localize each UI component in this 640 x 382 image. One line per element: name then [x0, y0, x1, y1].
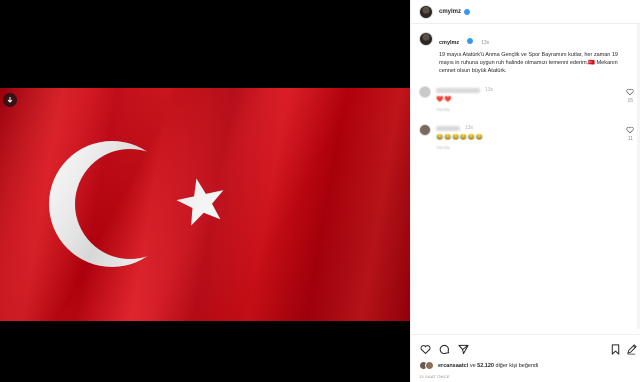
caption-username[interactable]: cmylmz: [439, 40, 459, 46]
post-media: [0, 0, 410, 382]
likes-first-user[interactable]: ercansaatci: [438, 363, 468, 369]
post-date: 13 SAAT ÖNCE: [419, 374, 450, 379]
verified-badge-icon: [464, 8, 471, 15]
heart-icon[interactable]: [626, 126, 634, 134]
avatar[interactable]: [419, 86, 431, 98]
send-icon[interactable]: [457, 343, 469, 355]
reply-link[interactable]: Yanıtla: [436, 107, 450, 112]
header-username[interactable]: cmylmz: [439, 9, 461, 15]
comment-like-count: 15: [627, 98, 633, 104]
post-side-panel: cmylmz cmylmz 13s 19 mayıs Atatürk'ü Anm…: [410, 0, 640, 382]
caption-time: 13s: [481, 40, 490, 46]
comment-username-blurred: [436, 88, 480, 93]
reply-link[interactable]: Yanıtla: [436, 145, 450, 150]
comment-icon[interactable]: [438, 343, 450, 355]
post-actions: ercansaatci ve 52.120 diğer kişi beğendi…: [411, 334, 640, 382]
heart-icon[interactable]: [626, 88, 634, 96]
likes-summary[interactable]: ercansaatci ve 52.120 diğer kişi beğendi: [419, 361, 538, 370]
turkish-flag-image: [0, 88, 410, 321]
verified-badge-icon: [466, 38, 473, 44]
heart-icon[interactable]: [419, 343, 431, 355]
edit-icon[interactable]: [625, 343, 637, 355]
likes-connector: ve: [469, 362, 476, 369]
download-arrow-icon[interactable]: [3, 93, 17, 107]
post-caption: cmylmz 13s 19 mayıs Atatürk'ü Anma Gençl…: [411, 24, 640, 75]
bookmark-icon[interactable]: [609, 343, 621, 355]
comment-time: 13s: [485, 87, 494, 93]
comment-like-count: 11: [627, 136, 633, 142]
comment-username-blurred: [436, 126, 460, 131]
likes-suffix: diğer kişi beğendi: [495, 362, 539, 369]
avatar[interactable]: [419, 124, 431, 136]
post-header: cmylmz: [411, 0, 640, 24]
comment-text: ❤️❤️: [436, 97, 452, 103]
comment-time: 13s: [465, 125, 474, 131]
comment-text: 😂😂😂😂😂😂: [436, 135, 484, 141]
caption-text: 19 mayıs Atatürk'ü Anma Gençlik ve Spor …: [439, 52, 618, 74]
avatar[interactable]: [419, 32, 433, 46]
avatar[interactable]: [419, 4, 433, 19]
likes-text[interactable]: ercansaatci ve 52.120 diğer kişi beğendi: [438, 363, 538, 369]
avatar: [425, 361, 434, 370]
likes-count[interactable]: 52.120: [477, 363, 494, 369]
